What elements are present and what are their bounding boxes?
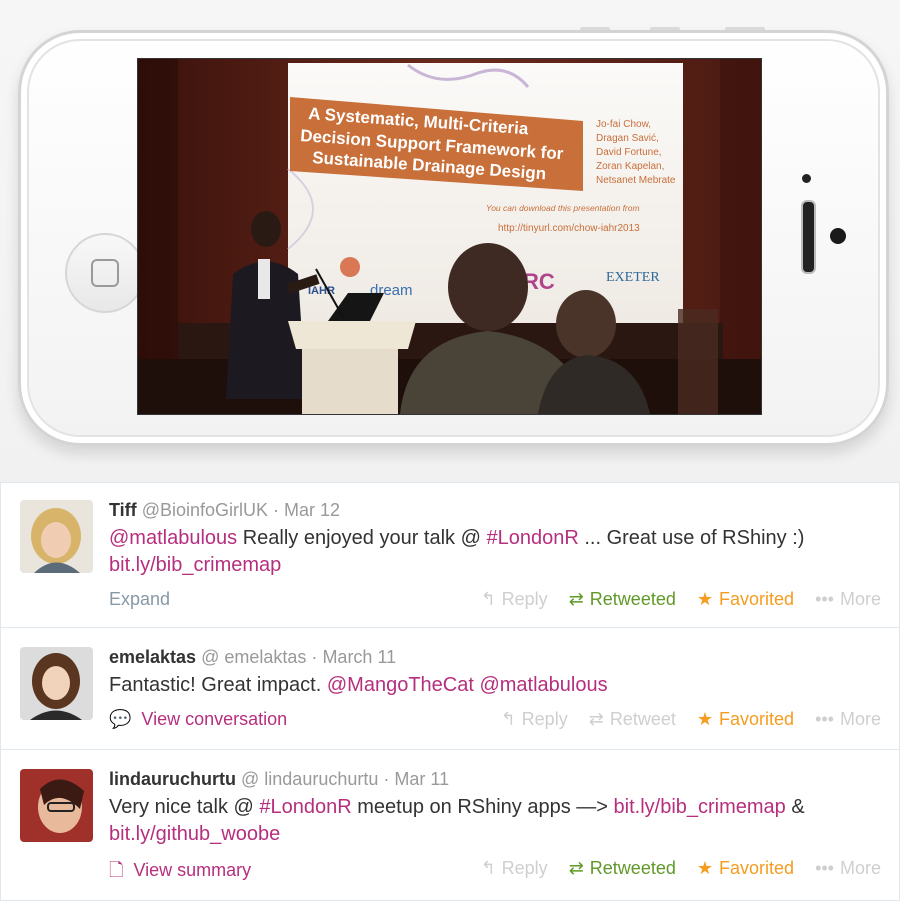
tweet-item[interactable]: Tiff @BioinfoGirlUK · Mar 12 @matlabulou… bbox=[1, 483, 899, 628]
avatar[interactable] bbox=[20, 769, 93, 842]
more-label: More bbox=[839, 589, 881, 609]
proximity-sensor bbox=[802, 174, 811, 183]
slide-download-note: You can download this presentation from bbox=[486, 203, 640, 213]
slide-author: Netsanet Mebrate bbox=[596, 175, 676, 186]
favorite-label: Favorited bbox=[719, 709, 795, 729]
header-separator: · bbox=[273, 500, 280, 520]
more-dots-icon: ••• bbox=[815, 589, 834, 609]
tweet-text-segment: & bbox=[785, 796, 805, 818]
retweet-button[interactable]: ⇄ Retweeted bbox=[569, 589, 676, 609]
more-button[interactable]: ••• More bbox=[815, 709, 881, 729]
tweet-date[interactable]: March 11 bbox=[322, 647, 396, 667]
tweet-timeline: Tiff @BioinfoGirlUK · Mar 12 @matlabulou… bbox=[0, 482, 900, 901]
url-link[interactable]: bit.ly/github_woobe bbox=[109, 823, 280, 845]
slide-download-url: http://tinyurl.com/chow-iahr2013 bbox=[498, 223, 640, 234]
retweet-label: Retweeted bbox=[589, 858, 676, 878]
view-summary-link[interactable]: 🗋 View summary bbox=[109, 860, 251, 880]
reply-icon: ↰ bbox=[480, 589, 496, 609]
tweet-text-segment: Fantastic! Great impact. bbox=[109, 674, 327, 696]
tweet-header: lindauruchurtu @ lindauruchurtu · Mar 11 bbox=[109, 769, 881, 790]
header-separator: · bbox=[383, 769, 390, 789]
tweet-fullname[interactable]: lindauruchurtu bbox=[109, 769, 236, 789]
tweet-item[interactable]: emelaktas @ emelaktas · March 11 Fantast… bbox=[1, 628, 899, 750]
tweet-text: Very nice talk @ #LondonR meetup on RShi… bbox=[109, 794, 881, 848]
more-label: More bbox=[839, 858, 881, 878]
tweet-actions: ↰ Reply ⇄ Retweeted ★ Favorited ••• More bbox=[465, 858, 881, 879]
retweet-button[interactable]: ⇄ Retweet bbox=[589, 709, 676, 729]
tweet-date[interactable]: Mar 12 bbox=[284, 500, 340, 520]
favorite-button[interactable]: ★ Favorited bbox=[697, 858, 794, 878]
tweet-item[interactable]: lindauruchurtu @ lindauruchurtu · Mar 11… bbox=[1, 750, 899, 901]
tweet-text-segment: Really enjoyed your talk @ bbox=[237, 527, 487, 549]
view-summary-label: View summary bbox=[133, 860, 252, 880]
tweet-fullname[interactable]: Tiff bbox=[109, 500, 137, 520]
hashtag-link[interactable]: #LondonR bbox=[486, 527, 578, 549]
reply-icon: ↰ bbox=[500, 709, 516, 729]
tweet-text-segment: Very nice talk @ bbox=[109, 796, 260, 818]
favorite-button[interactable]: ★ Favorited bbox=[697, 709, 794, 729]
tweet-username[interactable]: @BioinfoGirlUK bbox=[142, 500, 268, 520]
reply-icon: ↰ bbox=[480, 858, 496, 878]
mention-link[interactable]: @matlabulous bbox=[479, 674, 607, 696]
more-dots-icon: ••• bbox=[815, 858, 834, 878]
home-button-icon bbox=[65, 233, 145, 313]
reply-label: Reply bbox=[501, 589, 548, 609]
more-dots-icon: ••• bbox=[815, 709, 834, 729]
front-camera bbox=[830, 228, 846, 244]
expand-link[interactable]: Expand bbox=[109, 589, 170, 609]
avatar[interactable] bbox=[20, 500, 93, 573]
tweet-username[interactable]: @ lindauruchurtu bbox=[241, 769, 378, 789]
view-conversation-label: View conversation bbox=[141, 709, 288, 729]
view-conversation-link[interactable]: 💬 View conversation bbox=[109, 709, 287, 729]
mention-link[interactable]: @matlabulous bbox=[109, 527, 237, 549]
slide-author: David Fortune, bbox=[596, 147, 662, 158]
slide-author: Dragan Savić, bbox=[596, 133, 659, 144]
more-button[interactable]: ••• More bbox=[815, 858, 881, 878]
speech-bubble-icon: 💬 bbox=[109, 709, 132, 729]
slide-author: Jo-fai Chow, bbox=[596, 119, 651, 130]
favorite-label: Favorited bbox=[719, 589, 795, 609]
favorite-button[interactable]: ★ Favorited bbox=[697, 589, 794, 609]
tweet-text: Fantastic! Great impact. @MangoTheCat @m… bbox=[109, 672, 881, 699]
retweet-button[interactable]: ⇄ Retweeted bbox=[569, 858, 676, 878]
retweet-label: Retweet bbox=[609, 709, 676, 729]
tweet-header: Tiff @BioinfoGirlUK · Mar 12 bbox=[109, 500, 881, 521]
presentation-photo: A Systematic, Multi-Criteria Decision Su… bbox=[137, 58, 762, 415]
star-icon: ★ bbox=[696, 709, 714, 729]
earpiece-speaker bbox=[801, 200, 816, 274]
avatar[interactable] bbox=[20, 647, 93, 720]
tweet-header: emelaktas @ emelaktas · March 11 bbox=[109, 647, 881, 668]
retweet-label: Retweeted bbox=[589, 589, 676, 609]
retweet-icon: ⇄ bbox=[568, 858, 584, 878]
reply-button[interactable]: ↰ Reply bbox=[481, 589, 548, 609]
more-label: More bbox=[839, 709, 881, 729]
phone-showcase: A Systematic, Multi-Criteria Decision Su… bbox=[0, 0, 900, 482]
tweet-date[interactable]: Mar 11 bbox=[394, 769, 449, 789]
tweet-text-segment: ... Great use of RShiny :) bbox=[578, 527, 805, 549]
reply-label: Reply bbox=[521, 709, 568, 729]
header-separator: · bbox=[311, 647, 318, 667]
star-icon: ★ bbox=[696, 858, 714, 878]
url-link[interactable]: bit.ly/bib_crimemap bbox=[614, 796, 786, 818]
tweet-text: @matlabulous Really enjoyed your talk @ … bbox=[109, 525, 881, 579]
document-icon: 🗋 bbox=[109, 860, 124, 880]
hashtag-link[interactable]: #LondonR bbox=[259, 796, 351, 818]
more-button[interactable]: ••• More bbox=[815, 589, 881, 609]
reply-button[interactable]: ↰ Reply bbox=[481, 858, 548, 878]
retweet-icon: ⇄ bbox=[588, 709, 604, 729]
reply-label: Reply bbox=[501, 858, 548, 878]
url-link[interactable]: bit.ly/bib_crimemap bbox=[109, 554, 281, 576]
tweet-username[interactable]: @ emelaktas bbox=[201, 647, 306, 667]
slide-author: Zoran Kapelan, bbox=[596, 161, 664, 172]
reply-button[interactable]: ↰ Reply bbox=[501, 709, 568, 729]
tweet-fullname[interactable]: emelaktas bbox=[109, 647, 196, 667]
tweet-text-segment: meetup on RShiny apps —> bbox=[351, 796, 614, 818]
retweet-icon: ⇄ bbox=[568, 589, 584, 609]
star-icon: ★ bbox=[696, 589, 714, 609]
favorite-label: Favorited bbox=[719, 858, 795, 878]
tweet-actions: ↰ Reply ⇄ Retweeted ★ Favorited ••• More bbox=[465, 589, 881, 610]
logo-exeter: EXETER bbox=[606, 270, 660, 285]
tweet-actions: ↰ Reply ⇄ Retweet ★ Favorited ••• More bbox=[485, 709, 881, 730]
mention-link[interactable]: @MangoTheCat bbox=[327, 674, 474, 696]
